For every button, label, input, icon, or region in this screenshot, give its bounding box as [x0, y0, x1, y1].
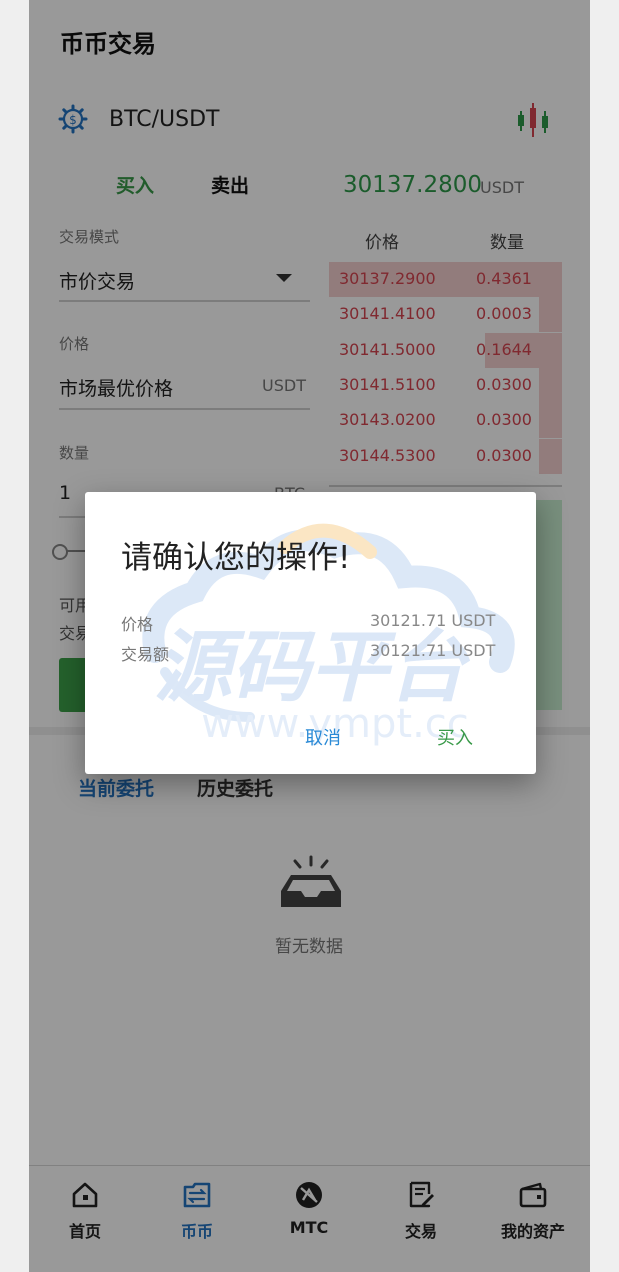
dialog-title: 请确认您的操作! [121, 540, 351, 576]
dialog-price-label: 价格 [121, 615, 154, 634]
dialog-price-value: 30121.71 USDT [370, 611, 496, 630]
confirm-buy-button[interactable]: 买入 [437, 724, 473, 750]
dialog-amount-value: 30121.71 USDT [370, 641, 496, 660]
cancel-button[interactable]: 取消 [305, 724, 341, 750]
confirm-dialog: 源码平台 www.ympt.cc 请确认您的操作! 价格 30121.71 US… [85, 492, 536, 774]
watermark-text: 源码平台 [154, 623, 471, 713]
dialog-amount-label: 交易额 [121, 645, 170, 664]
